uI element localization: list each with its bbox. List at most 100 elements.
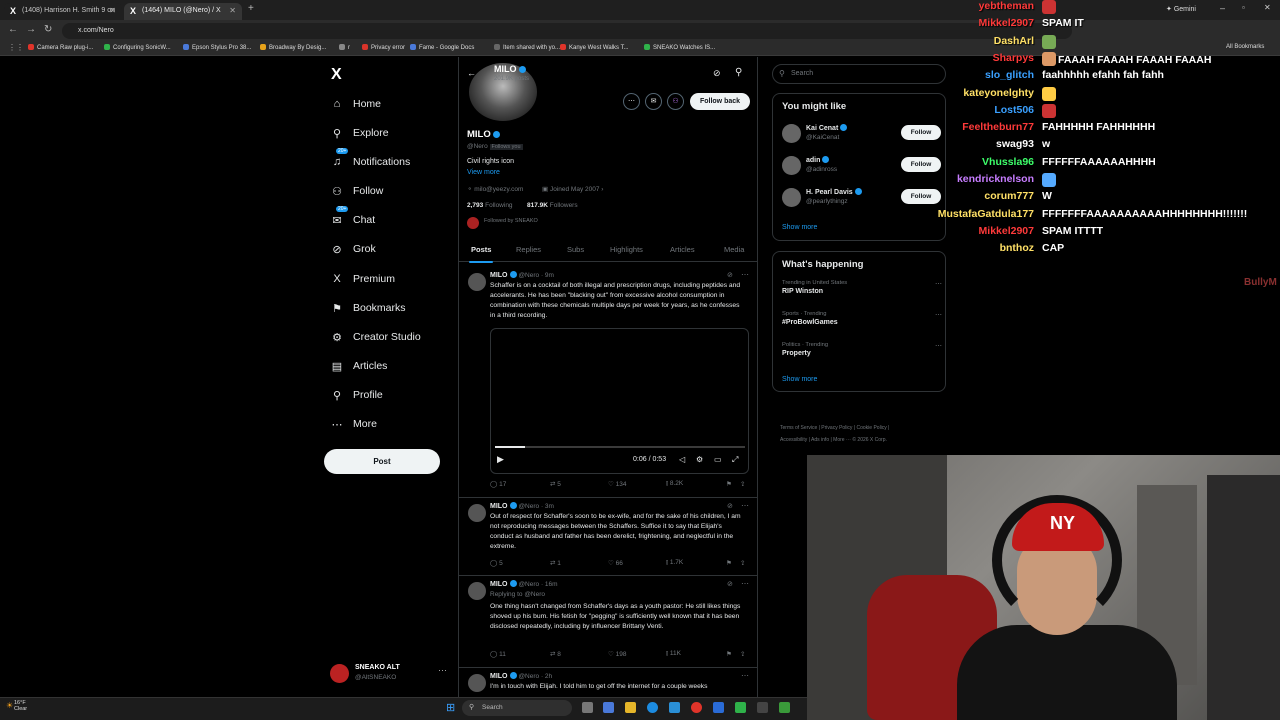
post-button[interactable]: Post: [324, 449, 440, 474]
nav-item-profile[interactable]: ⚲ Profile: [330, 384, 383, 406]
more-icon[interactable]: ⋯: [935, 311, 942, 319]
like-button[interactable]: ♡ 134: [608, 480, 627, 488]
fullscreen-icon[interactable]: ⤢: [732, 455, 738, 465]
chat-username[interactable]: kendricknelson: [957, 173, 1034, 185]
forward-icon[interactable]: →: [26, 24, 36, 35]
chat-username[interactable]: Vhussla96: [982, 156, 1034, 168]
reply-context[interactable]: Replying to @Nero: [490, 591, 545, 598]
file-explorer-icon[interactable]: [625, 702, 636, 713]
app-icon[interactable]: [603, 702, 614, 713]
repost-button[interactable]: ⇄ 8: [550, 650, 561, 658]
follow-button[interactable]: Follow: [901, 189, 941, 204]
pip-icon[interactable]: ▭: [714, 455, 722, 464]
nav-item-creator-studio[interactable]: ⚙ Creator Studio: [330, 326, 421, 348]
bookmark-item[interactable]: Broadway By Desig...: [260, 44, 326, 51]
tweet[interactable]: MILO @Nero · 9m ⋯ ⊘ Schaffer is on a coc…: [459, 267, 757, 498]
video-player[interactable]: ▶ 0:06 / 0:53 ◁ ⚙ ▭ ⤢: [490, 328, 749, 474]
follow-back-button[interactable]: Follow back: [690, 93, 750, 110]
tab-highlights[interactable]: Highlights: [610, 245, 643, 254]
tab-articles[interactable]: Articles: [670, 245, 695, 254]
views-button[interactable]: ⫾ 8.2K: [666, 480, 683, 488]
search-input[interactable]: ⚲ Search: [772, 64, 946, 84]
nav-item-grok[interactable]: ⊘ Grok: [330, 238, 375, 260]
views-button[interactable]: ⫾ 11K: [666, 650, 681, 658]
chat-username[interactable]: Lost506: [994, 104, 1034, 116]
suggestion-row[interactable]: Kai Cenat @KaiCenat Follow: [782, 122, 942, 148]
tweet[interactable]: MILO @Nero · 2h ⋯ I'm in touch with Elij…: [459, 668, 757, 697]
show-more-link[interactable]: Show more: [782, 376, 817, 383]
reload-icon[interactable]: ↻: [44, 24, 52, 35]
suggestion-row[interactable]: H. Pearl Davis @pearlythingz Follow: [782, 186, 942, 212]
grok-icon[interactable]: ⊘: [727, 580, 733, 588]
more-icon[interactable]: ⋯: [741, 270, 749, 279]
trend-item[interactable]: Politics · Trending Property ⋯: [782, 342, 942, 366]
tab-replies[interactable]: Replies: [516, 245, 541, 254]
more-icon[interactable]: ⋯: [935, 280, 942, 288]
follow-button[interactable]: Follow: [901, 125, 941, 140]
account-switcher[interactable]: SNEAKO ALT @AltSNEAKO ⋯: [330, 662, 450, 686]
back-icon[interactable]: ←: [8, 24, 18, 35]
chat-username[interactable]: slo_glitch: [985, 69, 1034, 81]
chat-username[interactable]: kateyonelghty: [963, 87, 1034, 99]
nav-item-follow[interactable]: ⚇ Follow: [330, 180, 383, 202]
edge-icon[interactable]: [647, 702, 658, 713]
followed-by-text[interactable]: Followed by SNEAKO: [484, 218, 538, 224]
share-icon[interactable]: ⇪: [740, 650, 745, 658]
tab-posts[interactable]: Posts: [471, 245, 491, 254]
more-icon[interactable]: ⋯: [438, 665, 447, 676]
share-icon[interactable]: ⇪: [740, 480, 745, 488]
follow-button[interactable]: Follow: [901, 157, 941, 172]
play-icon[interactable]: ▶: [497, 454, 504, 465]
bookmark-item[interactable]: Epson Stylus Pro 38...: [183, 44, 251, 51]
chat-username[interactable]: MustafaGatdula177: [938, 208, 1034, 220]
followers-link[interactable]: 817.9K Followers: [527, 202, 578, 209]
chat-username[interactable]: corum777: [984, 190, 1034, 202]
search-icon[interactable]: ⚲: [735, 67, 742, 78]
bookmark-item[interactable]: Kanye West Walks T...: [560, 44, 629, 51]
nav-item-premium[interactable]: X Premium: [330, 268, 395, 290]
bookmark-icon[interactable]: ⚑: [726, 559, 732, 567]
nav-item-notifications[interactable]: ♫ 20+ Notifications: [330, 148, 410, 173]
trend-item[interactable]: Trending in United States RIP Winston ⋯: [782, 280, 942, 304]
more-icon[interactable]: ⋯: [741, 501, 749, 510]
message-icon[interactable]: ✉: [645, 93, 662, 110]
bookmark-item[interactable]: Fame - Google Docs: [410, 44, 474, 51]
bookmark-item[interactable]: Configuring SonicW...: [104, 44, 171, 51]
bookmark-icon[interactable]: ⚑: [726, 480, 732, 488]
chrome-icon[interactable]: [691, 702, 702, 713]
views-button[interactable]: ⫾ 1.7K: [666, 559, 683, 567]
grok-icon[interactable]: ⊘: [713, 68, 721, 79]
tweet[interactable]: MILO @Nero · 16m ⋯ ⊘ Replying to @Nero O…: [459, 576, 757, 668]
reply-button[interactable]: ◯ 17: [490, 480, 506, 488]
chat-username[interactable]: Mikkel2907: [979, 225, 1034, 237]
app-icon[interactable]: [669, 702, 680, 713]
footer-links[interactable]: Terms of Service | Privacy Policy | Cook…: [780, 425, 889, 431]
tab-subs[interactable]: Subs: [567, 245, 584, 254]
grok-icon[interactable]: ⊘: [727, 271, 733, 279]
chat-username[interactable]: Sharpys: [993, 52, 1034, 64]
bookmark-icon[interactable]: ⚑: [726, 650, 732, 658]
subscribe-icon[interactable]: ⚇: [667, 93, 684, 110]
chat-username[interactable]: bnthoz: [1000, 242, 1034, 254]
task-view-icon[interactable]: [582, 702, 593, 713]
chat-username[interactable]: yebtheman: [979, 0, 1034, 12]
like-button[interactable]: ♡ 198: [608, 650, 627, 658]
bookmark-item[interactable]: SNEAKO Watches IS...: [644, 44, 715, 51]
nav-item-articles[interactable]: ▤ Articles: [330, 355, 388, 377]
tweet[interactable]: MILO @Nero · 3m ⋯ ⊘ Out of respect for S…: [459, 498, 757, 576]
reply-button[interactable]: ◯ 5: [490, 559, 503, 567]
show-more-link[interactable]: Show more: [782, 224, 817, 231]
profile-email[interactable]: ⚬ milo@yeezy.com: [467, 185, 523, 193]
chat-username[interactable]: Mikkel2907: [979, 17, 1034, 29]
nav-item-explore[interactable]: ⚲ Explore: [330, 122, 389, 144]
app-icon[interactable]: [735, 702, 746, 713]
more-icon[interactable]: ⋯: [935, 342, 942, 350]
close-icon[interactable]: ✕: [109, 6, 116, 15]
chat-username[interactable]: Feeltheburn77: [962, 121, 1034, 133]
nav-item-more[interactable]: ⋯ More: [330, 413, 377, 435]
like-button[interactable]: ♡ 66: [608, 559, 623, 567]
weather-widget[interactable]: ☀ 16°F Clear: [6, 700, 27, 712]
nav-item-bookmarks[interactable]: ⚑ Bookmarks: [330, 297, 405, 319]
address-bar[interactable]: x.com/Nero: [62, 23, 1072, 39]
app-icon[interactable]: [779, 702, 790, 713]
